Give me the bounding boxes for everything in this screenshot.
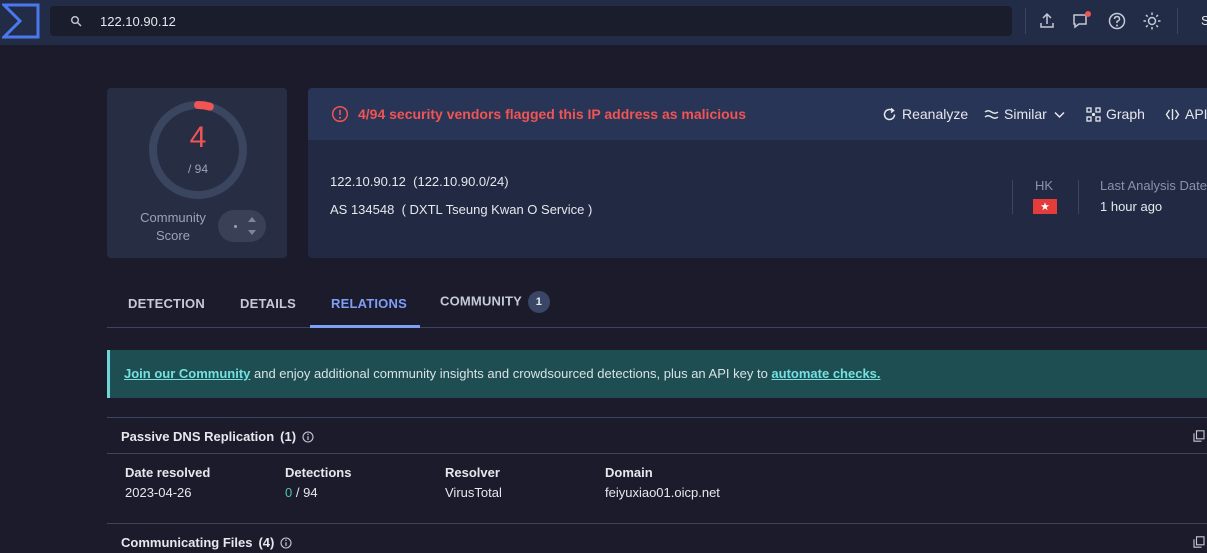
info-divider bbox=[1078, 180, 1079, 214]
ip-address-line: 122.10.90.12 (122.10.90.0/24) bbox=[330, 174, 509, 189]
bauhinia-icon bbox=[1040, 202, 1050, 211]
column-header-detections: Detections bbox=[285, 465, 352, 480]
column-header-domain: Domain bbox=[605, 465, 653, 480]
malicious-alert-bar: 4/94 security vendors flagged this IP ad… bbox=[308, 88, 1207, 140]
community-score-label: Community Score bbox=[140, 210, 206, 243]
banner-text: Join our Community and enjoy additional … bbox=[124, 366, 881, 381]
automate-checks-link[interactable]: automate checks. bbox=[771, 366, 880, 381]
passive-dns-count: (1) bbox=[280, 429, 297, 444]
community-banner: Join our Community and enjoy additional … bbox=[107, 350, 1207, 398]
detection-total: / 94 bbox=[187, 162, 208, 176]
column-header-resolver: Resolver bbox=[445, 465, 500, 480]
tab-detection[interactable]: DETECTION bbox=[128, 296, 205, 311]
detection-count: 4 bbox=[189, 121, 207, 154]
passive-dns-title: Passive DNS Replication (1) bbox=[121, 429, 314, 444]
as-line: AS 134548 ( DXTL Tseung Kwan O Service ) bbox=[330, 202, 592, 217]
alert-circle-icon bbox=[331, 105, 349, 123]
detections-cell: 0 / 94 bbox=[285, 485, 318, 500]
top-bar: S bbox=[0, 0, 1207, 45]
help-icon[interactable] bbox=[1107, 11, 1127, 31]
ip-address[interactable]: 122.10.90.12 bbox=[330, 174, 406, 189]
virustotal-logo-icon[interactable] bbox=[2, 3, 40, 39]
toolbar-divider bbox=[1025, 8, 1026, 34]
section-divider bbox=[107, 453, 1207, 454]
search-bar[interactable] bbox=[50, 6, 1012, 36]
communicating-files-title: Communicating Files (4) bbox=[121, 535, 292, 550]
as-owner: ( DXTL Tseung Kwan O Service ) bbox=[401, 202, 593, 217]
vote-up-icon[interactable] bbox=[248, 217, 256, 222]
similar-dropdown[interactable]: Similar bbox=[984, 106, 1067, 122]
community-count-badge: 1 bbox=[527, 291, 550, 313]
copy-icon[interactable] bbox=[1193, 536, 1205, 548]
graph-nodes-icon bbox=[1086, 106, 1101, 122]
api-code-icon bbox=[1165, 108, 1180, 120]
api-button[interactable]: API bbox=[1165, 106, 1207, 122]
last-analysis-value: 1 hour ago bbox=[1100, 199, 1163, 214]
similar-waves-icon bbox=[984, 109, 999, 119]
notifications-chat-icon[interactable] bbox=[1071, 11, 1091, 31]
tab-details[interactable]: DETAILS bbox=[240, 296, 296, 311]
info-icon[interactable] bbox=[302, 430, 314, 443]
country-code: HK bbox=[1035, 178, 1054, 193]
reanalyze-button[interactable]: Reanalyze bbox=[882, 106, 968, 122]
communicating-files-header[interactable]: Communicating Files (4) bbox=[107, 523, 1207, 553]
domain-link[interactable]: feiyuxiao01.oicp.net bbox=[605, 485, 720, 500]
active-tab-indicator bbox=[310, 325, 420, 328]
theme-toggle-sun-icon[interactable] bbox=[1142, 11, 1162, 31]
column-header-date: Date resolved bbox=[125, 465, 211, 480]
toolbar-divider bbox=[1177, 8, 1178, 34]
topbar-truncated-link[interactable]: S bbox=[1201, 13, 1207, 28]
resolver-cell: VirusTotal bbox=[445, 485, 502, 500]
chevron-down-icon bbox=[1054, 111, 1065, 118]
ip-network[interactable]: (122.10.90.0/24) bbox=[413, 174, 508, 189]
search-input[interactable] bbox=[100, 6, 980, 36]
community-score-value-dot bbox=[234, 225, 237, 228]
tab-bar: DETECTION DETAILS RELATIONS COMMUNITY 1 bbox=[107, 285, 1207, 328]
as-number[interactable]: AS 134548 bbox=[330, 202, 394, 217]
date-resolved-cell: 2023-04-26 bbox=[125, 485, 192, 500]
upload-icon[interactable] bbox=[1037, 11, 1057, 31]
join-community-link[interactable]: Join our Community bbox=[124, 366, 250, 381]
last-analysis-label: Last Analysis Date bbox=[1100, 178, 1207, 193]
tab-community[interactable]: COMMUNITY 1 bbox=[440, 291, 550, 313]
refresh-icon bbox=[883, 107, 896, 120]
community-score-vote[interactable] bbox=[218, 210, 266, 242]
copy-icon[interactable] bbox=[1193, 430, 1205, 442]
graph-button[interactable]: Graph bbox=[1086, 106, 1145, 122]
hong-kong-flag-icon bbox=[1033, 199, 1057, 214]
detection-score-card: 4 / 94 Community Score bbox=[107, 88, 287, 258]
info-divider bbox=[1012, 180, 1013, 214]
alert-text: 4/94 security vendors flagged this IP ad… bbox=[358, 106, 747, 122]
tab-community-label: COMMUNITY bbox=[440, 293, 522, 309]
ip-info-card: 4/94 security vendors flagged this IP ad… bbox=[308, 88, 1207, 258]
tab-relations[interactable]: RELATIONS bbox=[331, 296, 407, 311]
communicating-files-count: (4) bbox=[258, 535, 275, 550]
search-icon bbox=[71, 16, 82, 27]
banner-middle-text: and enjoy additional community insights … bbox=[250, 366, 772, 381]
info-icon[interactable] bbox=[280, 536, 292, 549]
passive-dns-header[interactable]: Passive DNS Replication (1) bbox=[107, 417, 1207, 453]
vote-down-icon[interactable] bbox=[248, 230, 256, 235]
